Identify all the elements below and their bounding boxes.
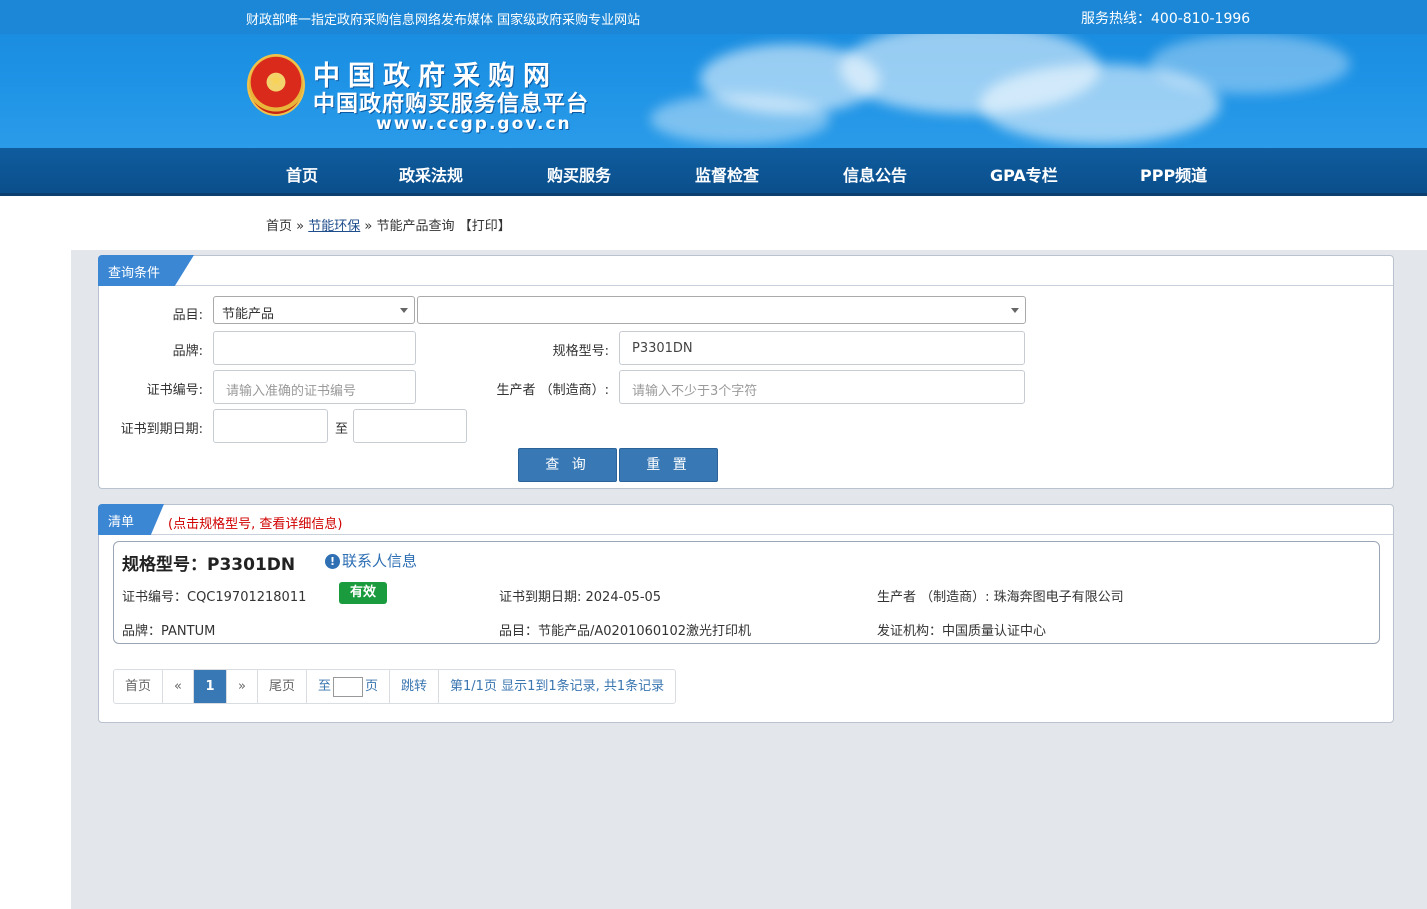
result-model-link[interactable]: 规格型号：P3301DN — [122, 550, 295, 575]
category-select[interactable]: 节能产品 — [213, 296, 415, 324]
expire-date-label: 证书到期日期: — [120, 422, 203, 437]
issuer-value: 发证机构：中国质量认证中心 — [877, 624, 1047, 639]
query-panel-header: 查询条件 — [98, 255, 1393, 286]
first-page-button[interactable]: 首页 — [114, 670, 164, 703]
nav-item-gpa[interactable]: GPA专栏 — [990, 162, 1058, 186]
reset-button[interactable]: 重 置 — [619, 448, 718, 482]
model-label: 规格型号: — [552, 344, 609, 359]
chevron-down-icon — [400, 308, 408, 313]
cert-number-label: 证书编号: — [146, 383, 203, 398]
cloud-decoration — [1150, 34, 1350, 94]
breadcrumb-current: 节能产品查询 — [376, 219, 455, 234]
search-button[interactable]: 查 询 — [518, 448, 617, 482]
model-input[interactable]: P3301DN — [619, 331, 1025, 365]
nav-item-supervision[interactable]: 监督检查 — [695, 162, 759, 186]
query-panel: 查询条件 品目: 节能产品 品牌: 规格型号: P3301DN 证书编号: 请输… — [98, 255, 1394, 489]
goto-suffix: 页 — [364, 679, 378, 694]
goto-prefix: 至 — [317, 679, 331, 694]
emblem-star-icon: ★ — [268, 70, 285, 91]
breadcrumb-separator: » — [296, 219, 305, 234]
current-page-button[interactable]: 1 — [193, 670, 227, 703]
goto-page-input[interactable] — [332, 676, 363, 697]
nav-item-home[interactable]: 首页 — [286, 162, 318, 186]
subcategory-select[interactable] — [417, 296, 1026, 324]
last-page-button[interactable]: 尾页 — [258, 670, 307, 703]
info-icon: ! — [325, 554, 340, 569]
nav-item-ppp[interactable]: PPP频道 — [1140, 162, 1207, 186]
results-panel: 清单 (点击规格型号, 查看详细信息) 规格型号：P3301DN ! 联系人信息 … — [98, 504, 1394, 723]
results-hint: (点击规格型号, 查看详细信息) — [168, 517, 343, 532]
breadcrumb-home[interactable]: 首页 — [266, 219, 292, 234]
category-select-value: 节能产品 — [222, 307, 275, 322]
cert-number-value: 证书编号：CQC19701218011 — [122, 590, 307, 605]
service-hotline: 服务热线：400-810-1996 — [1081, 11, 1251, 27]
nav-item-regulations[interactable]: 政采法规 — [399, 162, 463, 186]
chevron-down-icon — [1011, 308, 1019, 313]
site-slogan: 财政部唯一指定政府采购信息网络发布媒体 国家级政府采购专业网站 — [246, 13, 641, 28]
breadcrumb-section-link[interactable]: 节能环保 — [308, 219, 360, 234]
pagination: 首页 « 1 » 尾页 至页 跳转 第1/1页 显示1到1条记录, 共1条记录 — [113, 669, 677, 704]
producer-label: 生产者 （制造商）: — [496, 383, 609, 398]
results-panel-tab: 清单 — [98, 504, 164, 535]
brand-label: 品牌: — [172, 344, 203, 359]
site-banner: ★ 中国政府采购网 中国政府购买服务信息平台 www.ccgp.gov.cn — [0, 34, 1427, 148]
breadcrumb-separator: » — [364, 219, 373, 234]
category-value: 品目：节能产品/A0201060102激光打印机 — [499, 624, 751, 639]
prev-page-button[interactable]: « — [163, 670, 194, 703]
producer-value: 生产者 （制造商）: 珠海奔图电子有限公司 — [877, 590, 1124, 605]
next-page-button[interactable]: » — [227, 670, 258, 703]
date-range-to-label: 至 — [334, 422, 348, 437]
nav-item-announcements[interactable]: 信息公告 — [843, 162, 907, 186]
jump-button[interactable]: 跳转 — [390, 670, 440, 703]
logo-url: www.ccgp.gov.cn — [376, 114, 572, 134]
goto-page-group: 至页 — [307, 670, 390, 703]
results-panel-header: 清单 (点击规格型号, 查看详细信息) — [98, 504, 1393, 535]
expire-date-from-input[interactable] — [213, 409, 328, 443]
nav-item-services[interactable]: 购买服务 — [547, 162, 611, 186]
cert-number-input[interactable]: 请输入准确的证书编号 — [213, 370, 416, 404]
query-panel-tab: 查询条件 — [98, 255, 194, 286]
brand-value: 品牌：PANTUM — [122, 624, 216, 639]
producer-input[interactable]: 请输入不少于3个字符 — [619, 370, 1025, 404]
pager-summary: 第1/1页 显示1到1条记录, 共1条记录 — [450, 679, 665, 694]
print-link[interactable]: 【打印】 — [459, 219, 511, 234]
main-nav: 首页 政采法规 购买服务 监督检查 信息公告 GPA专栏 PPP频道 — [0, 148, 1427, 196]
expire-date-value: 证书到期日期: 2024-05-05 — [499, 590, 662, 605]
contact-info-link[interactable]: ! 联系人信息 — [325, 550, 417, 571]
expire-date-to-input[interactable] — [353, 409, 467, 443]
result-card: 规格型号：P3301DN ! 联系人信息 证书编号：CQC19701218011 … — [113, 541, 1380, 644]
breadcrumb: 首页 » 节能环保 » 节能产品查询 【打印】 — [266, 215, 511, 234]
status-badge: 有效 — [339, 582, 387, 604]
top-strip: 财政部唯一指定政府采购信息网络发布媒体 国家级政府采购专业网站 服务热线：400… — [0, 0, 1427, 34]
brand-input[interactable] — [213, 331, 416, 365]
contact-info-label: 联系人信息 — [342, 552, 418, 570]
cloud-decoration — [650, 94, 830, 144]
category-label: 品目: — [172, 308, 203, 323]
